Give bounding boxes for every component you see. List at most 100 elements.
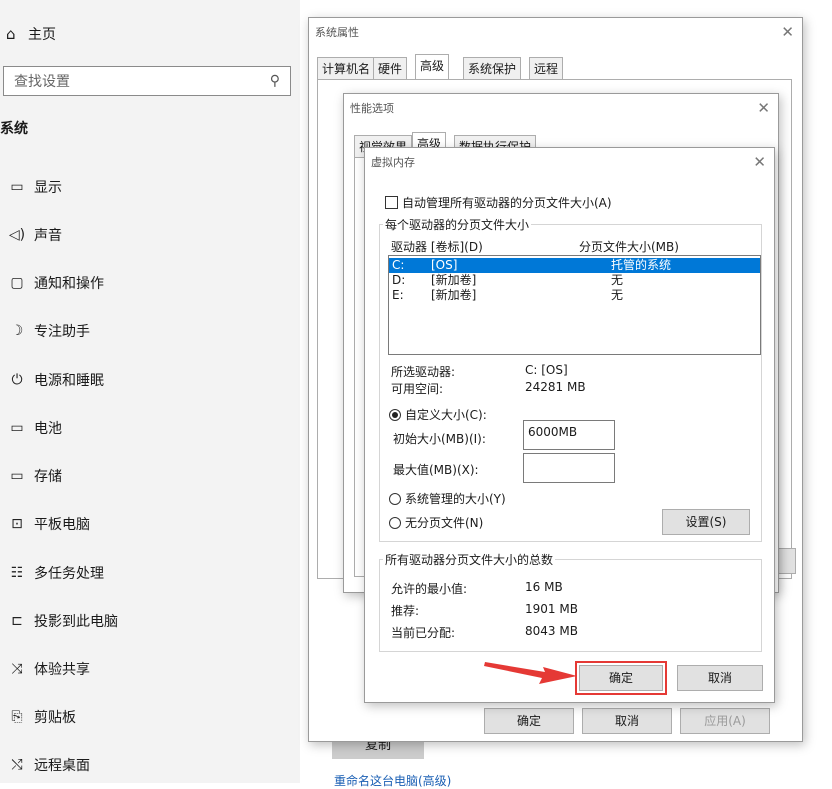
home-nav-item[interactable]: ⌂ 主页 [6, 22, 206, 46]
auto-manage-checkbox[interactable]: 自动管理所有驱动器的分页文件大小(A) [385, 194, 612, 211]
sidebar-item-label: 平板电脑 [34, 517, 90, 533]
no-paging-label: 无分页文件(N) [405, 516, 484, 530]
tab-computer-name[interactable]: 计算机名 [317, 57, 376, 79]
sidebar-item-label: 存储 [34, 469, 62, 485]
radio-button[interactable] [389, 493, 401, 505]
set-button[interactable]: 设置(S) [662, 509, 750, 535]
sidebar-item-storage[interactable]: ▭ 存储 [0, 461, 290, 491]
rename-pc-link[interactable]: 重命名这台电脑(高级) [334, 772, 451, 789]
system-managed-label: 系统管理的大小(Y) [405, 492, 506, 506]
settings-search-input[interactable]: 查找设置 ⚲ [3, 66, 291, 96]
sidebar-item-battery[interactable]: ▭ 电池 [0, 413, 290, 443]
speaker-icon: ◁) [8, 227, 26, 243]
drive-label: [新加卷] [431, 288, 477, 302]
drive-letter: D: [392, 273, 406, 287]
recommended-value: 1901 MB [525, 602, 578, 616]
drive-size: 无 [611, 288, 624, 302]
total-group-label: 所有驱动器分页文件大小的总数 [383, 551, 556, 568]
moon-icon: ☽ [10, 323, 24, 339]
tab-system-protection[interactable]: 系统保护 [463, 57, 522, 79]
battery-icon: ▭ [10, 420, 24, 436]
virtual-memory-dialog: 虚拟内存 ✕ 自动管理所有驱动器的分页文件大小(A) 每个驱动器的分页文件大小 … [364, 147, 775, 703]
storage-icon: ▭ [10, 468, 24, 484]
sidebar-item-label: 专注助手 [34, 324, 90, 340]
vm-cancel-button[interactable]: 取消 [677, 665, 763, 691]
no-paging-radio[interactable]: 无分页文件(N) [389, 514, 483, 531]
drive-letter: E: [392, 288, 404, 302]
remote-icon: ⤭ [11, 757, 23, 773]
sidebar-item-label: 电池 [34, 421, 62, 437]
drive-label: [新加卷] [431, 273, 477, 287]
drive-size: 无 [611, 273, 624, 287]
close-icon[interactable]: ✕ [781, 23, 794, 41]
system-managed-radio[interactable]: 系统管理的大小(Y) [389, 490, 506, 507]
highlight-box [575, 661, 667, 695]
search-icon[interactable]: ⚲ [270, 73, 280, 89]
sidebar-item-remote-desktop[interactable]: ⤭ 远程桌面 [0, 750, 290, 780]
home-icon: ⌂ [6, 25, 16, 43]
selected-drive-label: 所选驱动器: [391, 365, 456, 379]
sidebar-item-label: 电源和睡眠 [34, 373, 104, 389]
initial-size-field[interactable]: 6000MB [523, 420, 615, 450]
cancel-button[interactable]: 取消 [582, 708, 672, 734]
max-size-field[interactable] [523, 453, 615, 483]
arrow-icon [484, 662, 577, 684]
search-placeholder: 查找设置 [14, 74, 70, 90]
drive-letter: C: [392, 258, 405, 272]
tablet-icon: ⊡ [11, 516, 23, 532]
min-allowed-value: 16 MB [525, 580, 563, 594]
per-drive-group-label: 每个驱动器的分页文件大小 [383, 216, 532, 233]
sidebar-item-display[interactable]: ▭ 显示 [0, 172, 290, 202]
sidebar-item-focus-assist[interactable]: ☽ 专注助手 [0, 316, 290, 346]
dialog-title: 系统属性 [315, 26, 359, 39]
sidebar-item-multitasking[interactable]: ☷ 多任务处理 [0, 558, 290, 588]
recommended-label: 推荐: [391, 604, 420, 618]
section-title: 系统 [0, 121, 28, 137]
dialog-title: 性能选项 [350, 102, 394, 115]
sidebar-item-label: 投影到此电脑 [34, 614, 118, 630]
auto-manage-label: 自动管理所有驱动器的分页文件大小(A) [402, 196, 612, 210]
initial-size-label: 初始大小(MB)(I): [393, 432, 486, 446]
radio-button[interactable] [389, 409, 401, 421]
tab-hardware[interactable]: 硬件 [373, 57, 408, 79]
apply-button[interactable]: 应用(A) [680, 708, 770, 734]
sidebar-item-tablet[interactable]: ⊡ 平板电脑 [0, 509, 290, 539]
sidebar-item-sound[interactable]: ◁) 声音 [0, 220, 290, 250]
current-allocated-value: 8043 MB [525, 624, 578, 638]
power-icon: ⏻ [11, 372, 23, 388]
checkbox-box[interactable] [385, 196, 398, 209]
custom-size-radio[interactable]: 自定义大小(C): [389, 406, 487, 423]
sidebar-item-label: 体验共享 [34, 662, 90, 678]
drive-row[interactable]: C: [OS] 托管的系统 [389, 258, 760, 273]
settings-sidebar: ⌂ 主页 查找设置 ⚲ 系统 ▭ 显示 ◁) 声音 ▢ 通知和操作 ☽ 专注助手 ⏻ 电源… [0, 0, 300, 783]
sidebar-item-notifications[interactable]: ▢ 通知和操作 [0, 268, 290, 298]
sidebar-item-projecting[interactable]: ⊏ 投影到此电脑 [0, 606, 290, 636]
drive-row[interactable]: D: [新加卷] 无 [389, 273, 760, 288]
share-icon: ⤨ [11, 661, 23, 677]
sidebar-item-label: 远程桌面 [34, 758, 90, 774]
selected-drive-value: C: [OS] [525, 363, 568, 377]
tab-remote[interactable]: 远程 [529, 57, 564, 79]
column-size-header: 分页文件大小(MB) [579, 240, 679, 254]
clipboard-icon: ⎘ [11, 709, 23, 725]
sidebar-item-label: 通知和操作 [34, 276, 104, 292]
max-size-label: 最大值(MB)(X): [393, 463, 479, 477]
sidebar-item-shared[interactable]: ⤨ 体验共享 [0, 654, 290, 684]
sidebar-item-label: 剪贴板 [34, 710, 76, 726]
ok-button[interactable]: 确定 [484, 708, 574, 734]
close-icon[interactable]: ✕ [753, 153, 766, 171]
home-label: 主页 [28, 27, 56, 43]
column-drive-header: 驱动器 [卷标](D) [391, 240, 483, 254]
drive-listbox[interactable]: C: [OS] 托管的系统 D: [新加卷] 无 E: [新加卷] 无 [388, 255, 761, 355]
current-allocated-label: 当前已分配: [391, 626, 456, 640]
drive-size: 托管的系统 [611, 258, 672, 272]
sidebar-item-label: 显示 [34, 180, 62, 196]
sidebar-item-power[interactable]: ⏻ 电源和睡眠 [0, 365, 290, 395]
close-icon[interactable]: ✕ [757, 99, 770, 117]
sidebar-item-label: 多任务处理 [34, 566, 104, 582]
radio-button[interactable] [389, 517, 401, 529]
tab-advanced[interactable]: 高级 [415, 54, 450, 79]
sidebar-item-clipboard[interactable]: ⎘ 剪贴板 [0, 702, 290, 732]
drive-row[interactable]: E: [新加卷] 无 [389, 288, 760, 303]
free-space-value: 24281 MB [525, 380, 586, 394]
